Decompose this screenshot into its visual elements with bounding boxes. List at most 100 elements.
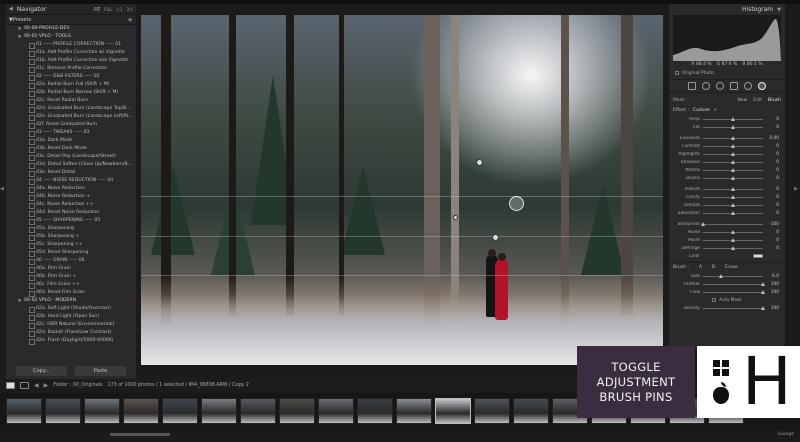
presets-header[interactable]: ▼ Presets + [6, 15, 136, 25]
preset-item[interactable]: 03c. Detail Pop (Landscape/Street) [6, 153, 136, 161]
preset-item[interactable]: 06 ----- GRAIN ----- 06 [6, 257, 136, 265]
filmstrip-thumbnail[interactable] [240, 398, 276, 424]
filmstrip-thumbnail[interactable] [318, 398, 354, 424]
preset-item[interactable]: 05c. Sharpening ++ [6, 241, 136, 249]
folder-label[interactable]: Folder : 00_Originals [53, 383, 102, 388]
slider-whites[interactable]: Whites 0 [669, 166, 785, 174]
red-eye-tool-icon[interactable] [716, 82, 724, 90]
slider-knob[interactable] [731, 175, 735, 180]
slider-tint[interactable]: Tint 0 [669, 123, 785, 131]
filmstrip-thumbnail[interactable] [201, 398, 237, 424]
slider-knob[interactable] [731, 194, 735, 199]
mask-new-button[interactable]: New [737, 98, 747, 103]
slider-temp[interactable]: Temp 0 [669, 115, 785, 123]
chevron-down-icon[interactable]: ▾ [714, 108, 716, 113]
slider-knob[interactable] [731, 159, 735, 164]
slider-track[interactable] [703, 202, 763, 207]
preset-item[interactable]: 02b. Hard Light (Open Sun) [6, 313, 136, 321]
slider-defringe[interactable]: Defringe 0 [669, 244, 785, 252]
copy-button[interactable]: Copy... [16, 366, 67, 376]
filmstrip-thumbnail[interactable] [279, 398, 315, 424]
preset-folder[interactable]: ▼ 00-00-PROFILE-DEV [6, 25, 136, 33]
slider-track[interactable] [703, 143, 763, 148]
right-panel-toggle-icon[interactable]: ▶ [794, 186, 798, 192]
preset-item[interactable]: 04b. Noise Reduction + [6, 193, 136, 201]
radial-filter-tool-icon[interactable] [744, 82, 752, 90]
preset-item[interactable]: 04a. Noise Reduction [6, 185, 136, 193]
filmstrip-thumbnail[interactable] [474, 398, 510, 424]
slider-knob[interactable] [731, 186, 735, 191]
preset-item[interactable]: 01 ----- PROFILE CORRECTION ----- 01 [6, 41, 136, 49]
filmstrip-thumbnail[interactable] [396, 398, 432, 424]
preset-item[interactable]: 01a. Add Profile Correction w/ Vignette [6, 49, 136, 57]
filmstrip-thumbnail[interactable] [435, 398, 471, 424]
preset-item[interactable]: 05 ----- SHARPENING ----- 05 [6, 217, 136, 225]
preset-item[interactable]: 06b. Film Grain + [6, 273, 136, 281]
mask-edit-button[interactable]: Edit [753, 98, 762, 103]
slider-knob[interactable] [719, 273, 723, 278]
slider-track[interactable] [703, 210, 763, 215]
slider-contrast[interactable]: Contrast 0 [669, 142, 785, 150]
slider-track[interactable] [703, 194, 763, 199]
folder-triangle-icon[interactable]: ▼ [18, 297, 21, 305]
slider-track[interactable] [703, 289, 765, 294]
slider-track[interactable] [703, 237, 763, 242]
slider-saturation[interactable]: Saturation 0 [669, 209, 785, 217]
slider-knob[interactable] [761, 289, 765, 294]
slider-texture[interactable]: Texture 0 [669, 185, 785, 193]
slider-knob[interactable] [731, 210, 735, 215]
preset-item[interactable]: 02e. Graduated Burn (Landscape Left/Ri..… [6, 113, 136, 121]
zoom-option[interactable]: 3:1 [127, 7, 133, 12]
photo-canvas[interactable] [141, 15, 663, 365]
slider-highlights[interactable]: Highlights 0 [669, 150, 785, 158]
graduated-filter-line[interactable] [141, 275, 663, 276]
slider-knob[interactable] [731, 167, 735, 172]
preset-item[interactable]: 01b. Add Profile Correction w/o Vignette [6, 57, 136, 65]
auto-mask-toggle[interactable]: Auto Mask [669, 296, 785, 304]
preset-item[interactable]: 03a. Dark Mode [6, 137, 136, 145]
slider-track[interactable] [703, 245, 763, 250]
checkbox[interactable] [675, 71, 679, 75]
slider-feather[interactable]: Feather 100 [669, 280, 785, 288]
preset-item[interactable]: 02d. Graduated Burn (Landscape Top/B... [6, 105, 136, 113]
folder-triangle-icon[interactable]: ▼ [18, 33, 21, 41]
preset-item[interactable]: 06c. Film Grain ++ [6, 281, 136, 289]
preset-item[interactable]: 02c. HDR Natural (Environmental) [6, 321, 136, 329]
effect-value[interactable]: Custom [693, 108, 710, 113]
preset-folder[interactable]: ▼ 00-02 VPLO - MODERN [6, 297, 136, 305]
filmstrip-thumbnail[interactable] [162, 398, 198, 424]
slider-track[interactable] [703, 124, 763, 129]
slider-track[interactable] [703, 305, 765, 310]
slider-track[interactable] [703, 151, 763, 156]
spot-removal-tool-icon[interactable] [702, 82, 710, 90]
slider-size[interactable]: Size 6.0 [669, 272, 785, 280]
slider-knob[interactable] [761, 281, 765, 286]
preset-item[interactable]: 03 ----- TWEAKS ----- 03 [6, 129, 136, 137]
slider-track[interactable] [703, 167, 763, 172]
preset-item[interactable]: 06d. Reset Film Grain [6, 289, 136, 297]
preset-item[interactable]: 05a. Sharpening [6, 225, 136, 233]
filmstrip-scrollbar[interactable] [110, 433, 170, 436]
slider-moir[interactable]: Moiré 0 [669, 236, 785, 244]
folder-triangle-icon[interactable]: ▼ [18, 25, 21, 33]
brush-tab-erase[interactable]: Erase [725, 265, 738, 270]
adjustment-brush-pin-active[interactable] [509, 196, 524, 211]
slider-knob[interactable] [731, 143, 735, 148]
slider-track[interactable] [703, 281, 765, 286]
crop-tool-icon[interactable] [688, 82, 696, 90]
slider-knob[interactable] [731, 229, 735, 234]
color-row[interactable]: Color [669, 252, 785, 260]
preset-item[interactable]: 02 ----- D&B FILTERS ----- 02 [6, 73, 136, 81]
add-preset-icon[interactable]: + [127, 16, 133, 24]
slider-flow[interactable]: Flow 100 [669, 288, 785, 296]
slider-track[interactable] [703, 135, 763, 140]
preset-item[interactable]: 02a. Radial Burn Full (Shift + M) [6, 81, 136, 89]
preset-item[interactable]: 03e. Reset Detail [6, 169, 136, 177]
effect-row[interactable]: Effect : Custom ▾ [669, 105, 785, 115]
preset-item[interactable]: 06a. Film Grain [6, 265, 136, 273]
zoom-option[interactable]: FILL [104, 7, 112, 12]
collapse-triangle-icon[interactable]: ◀ [9, 6, 13, 12]
graduated-filter-tool-icon[interactable] [730, 82, 738, 90]
slider-noise[interactable]: Noise 0 [669, 228, 785, 236]
slider-track[interactable] [701, 221, 763, 226]
